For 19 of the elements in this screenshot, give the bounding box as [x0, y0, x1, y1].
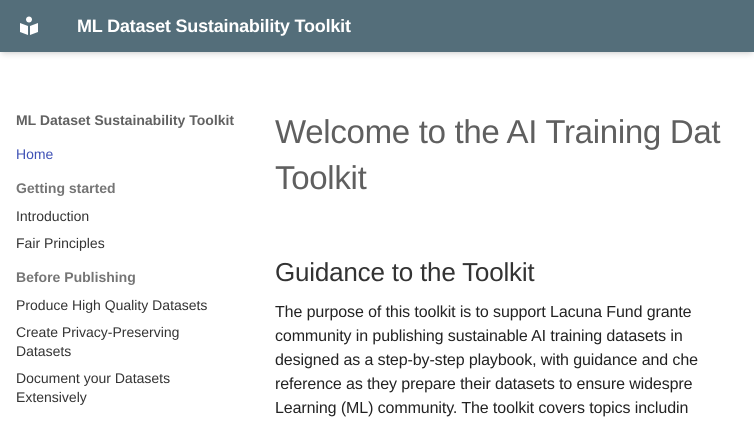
sidebar-title: ML Dataset Sustainability Toolkit — [16, 111, 236, 130]
page-title-line: Toolkit — [275, 158, 368, 198]
nav-link[interactable]: Fair Principles — [16, 230, 221, 257]
paragraph-line: Learning (ML) community. The toolkit covers topics includin — [275, 399, 690, 419]
section-heading: Getting started — [16, 179, 117, 198]
site-title[interactable]: ML Dataset Sustainability Toolkit — [77, 12, 351, 40]
nav-link[interactable]: Home — [16, 141, 221, 168]
paragraph-line: designed as a step-by-step playbook, with guidance and che — [275, 351, 699, 371]
nav-link[interactable]: Create Privacy-Preserving Datasets — [16, 319, 221, 365]
paragraph-line: community in publishing sustainable AI training datasets in — [275, 327, 684, 347]
page-title-line: Welcome to the AI Training Dat — [275, 112, 722, 152]
section-heading: Guidance to the Toolkit — [275, 256, 536, 289]
nav-link[interactable]: Document your Datasets Extensively — [16, 365, 221, 411]
section-heading: Before Publishing — [16, 268, 137, 287]
paragraph-line: The purpose of this toolkit is to support Lacuna Fund grante — [275, 303, 692, 323]
nav-link[interactable]: Introduction — [16, 203, 221, 230]
book-reader-icon — [19, 16, 39, 36]
nav-link[interactable]: Produce High Quality Datasets — [16, 292, 221, 319]
paragraph-line: reference as they prepare their datasets to ensure widespre — [275, 375, 694, 395]
